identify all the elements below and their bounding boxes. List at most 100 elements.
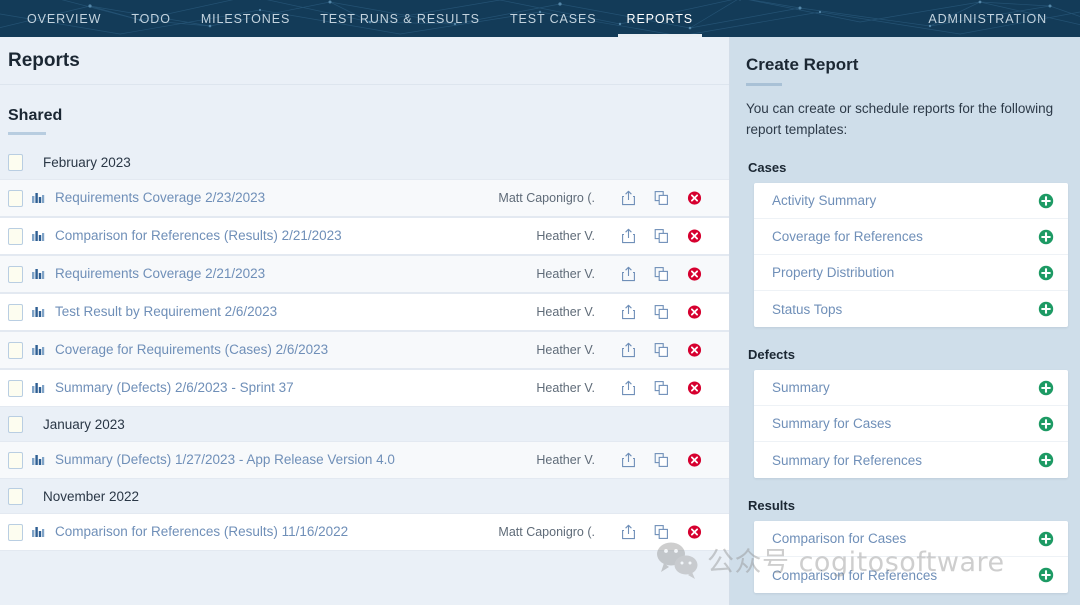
report-select-checkbox[interactable] xyxy=(8,228,23,245)
duplicate-icon[interactable] xyxy=(654,342,669,358)
share-export-icon[interactable] xyxy=(621,380,636,396)
nav-item-test-runs-results[interactable]: TEST RUNS & RESULTS xyxy=(305,0,495,37)
share-export-icon[interactable] xyxy=(621,190,636,206)
report-select-checkbox[interactable] xyxy=(8,452,23,469)
add-template-icon[interactable] xyxy=(1038,380,1054,396)
duplicate-icon[interactable] xyxy=(654,228,669,244)
duplicate-icon[interactable] xyxy=(654,380,669,396)
share-export-icon[interactable] xyxy=(621,452,636,468)
report-select-checkbox[interactable] xyxy=(8,524,23,541)
report-name-link[interactable]: Requirements Coverage 2/23/2023 xyxy=(55,189,465,207)
duplicate-icon[interactable] xyxy=(654,228,669,244)
add-template-button[interactable] xyxy=(1038,380,1054,396)
duplicate-icon[interactable] xyxy=(654,190,669,206)
group-select-checkbox[interactable] xyxy=(8,153,23,171)
duplicate-icon[interactable] xyxy=(654,304,669,320)
add-template-icon[interactable] xyxy=(1038,193,1054,209)
nav-item-test-cases[interactable]: TEST CASES xyxy=(495,0,612,37)
share-export-icon[interactable] xyxy=(621,266,636,282)
delete-icon[interactable] xyxy=(687,304,702,320)
delete-icon[interactable] xyxy=(687,266,702,282)
report-name-link[interactable]: Coverage for Requirements (Cases) 2/6/20… xyxy=(55,341,465,359)
duplicate-icon[interactable] xyxy=(654,524,669,540)
share-export-icon[interactable] xyxy=(621,524,636,540)
report-select-checkbox[interactable] xyxy=(8,342,23,359)
add-template-button[interactable] xyxy=(1038,301,1054,317)
report-select-checkbox[interactable] xyxy=(8,190,23,207)
share-export-icon[interactable] xyxy=(621,304,636,320)
duplicate-icon[interactable] xyxy=(654,452,669,468)
delete-icon[interactable] xyxy=(687,304,702,320)
report-select-checkbox[interactable] xyxy=(8,380,23,397)
nav-item-milestones[interactable]: MILESTONES xyxy=(186,0,305,37)
delete-icon[interactable] xyxy=(687,266,702,282)
add-template-button[interactable] xyxy=(1038,567,1054,583)
report-name-link[interactable]: Comparison for References (Results) 2/21… xyxy=(55,227,465,245)
add-template-icon[interactable] xyxy=(1038,452,1054,468)
add-template-icon[interactable] xyxy=(1038,416,1054,432)
add-template-icon[interactable] xyxy=(1038,301,1054,317)
template-row-property-distribution[interactable]: Property Distribution xyxy=(754,255,1068,291)
share-export-icon[interactable] xyxy=(621,228,636,244)
group-select-checkbox[interactable] xyxy=(8,487,23,505)
nav-item-administration[interactable]: ADMINISTRATION xyxy=(913,0,1062,37)
delete-icon[interactable] xyxy=(687,190,702,206)
nav-item-todo[interactable]: TODO xyxy=(116,0,185,37)
template-row-status-tops[interactable]: Status Tops xyxy=(754,291,1068,327)
duplicate-icon[interactable] xyxy=(654,380,669,396)
template-row-comparison-for-references[interactable]: Comparison for References xyxy=(754,557,1068,593)
add-template-icon[interactable] xyxy=(1038,567,1054,583)
duplicate-icon[interactable] xyxy=(654,304,669,320)
template-row-summary-for-references[interactable]: Summary for References xyxy=(754,442,1068,478)
template-row-summary-for-cases[interactable]: Summary for Cases xyxy=(754,406,1068,442)
share-export-icon[interactable] xyxy=(621,452,636,468)
share-export-icon[interactable] xyxy=(621,190,636,206)
template-row-comparison-for-cases[interactable]: Comparison for Cases xyxy=(754,521,1068,557)
delete-icon[interactable] xyxy=(687,190,702,206)
delete-icon[interactable] xyxy=(687,228,702,244)
duplicate-icon[interactable] xyxy=(654,190,669,206)
add-template-icon[interactable] xyxy=(1038,531,1054,547)
add-template-button[interactable] xyxy=(1038,265,1054,281)
add-template-button[interactable] xyxy=(1038,452,1054,468)
duplicate-icon[interactable] xyxy=(654,266,669,282)
duplicate-icon[interactable] xyxy=(654,524,669,540)
add-template-icon[interactable] xyxy=(1038,229,1054,245)
add-template-icon[interactable] xyxy=(1038,265,1054,281)
delete-icon[interactable] xyxy=(687,228,702,244)
delete-icon[interactable] xyxy=(687,342,702,358)
share-export-icon[interactable] xyxy=(621,524,636,540)
group-select-checkbox[interactable] xyxy=(8,415,23,433)
delete-icon[interactable] xyxy=(687,524,702,540)
template-row-coverage-for-references[interactable]: Coverage for References xyxy=(754,219,1068,255)
report-select-checkbox[interactable] xyxy=(8,304,23,321)
delete-icon[interactable] xyxy=(687,524,702,540)
duplicate-icon[interactable] xyxy=(654,342,669,358)
delete-icon[interactable] xyxy=(687,380,702,396)
duplicate-icon[interactable] xyxy=(654,452,669,468)
share-export-icon[interactable] xyxy=(621,304,636,320)
nav-item-reports[interactable]: REPORTS xyxy=(612,0,709,37)
nav-item-overview[interactable]: OVERVIEW xyxy=(12,0,116,37)
delete-icon[interactable] xyxy=(687,452,702,468)
add-template-button[interactable] xyxy=(1038,531,1054,547)
add-template-button[interactable] xyxy=(1038,229,1054,245)
duplicate-icon[interactable] xyxy=(654,266,669,282)
delete-icon[interactable] xyxy=(687,342,702,358)
share-export-icon[interactable] xyxy=(621,342,636,358)
report-name-link[interactable]: Test Result by Requirement 2/6/2023 xyxy=(55,303,465,321)
share-export-icon[interactable] xyxy=(621,228,636,244)
report-select-checkbox[interactable] xyxy=(8,266,23,283)
report-name-link[interactable]: Summary (Defects) 2/6/2023 - Sprint 37 xyxy=(55,379,465,397)
report-name-link[interactable]: Summary (Defects) 1/27/2023 - App Releas… xyxy=(55,451,465,469)
share-export-icon[interactable] xyxy=(621,380,636,396)
delete-icon[interactable] xyxy=(687,380,702,396)
share-export-icon[interactable] xyxy=(621,342,636,358)
add-template-button[interactable] xyxy=(1038,193,1054,209)
report-name-link[interactable]: Comparison for References (Results) 11/1… xyxy=(55,523,465,541)
add-template-button[interactable] xyxy=(1038,416,1054,432)
report-name-link[interactable]: Requirements Coverage 2/21/2023 xyxy=(55,265,465,283)
share-export-icon[interactable] xyxy=(621,266,636,282)
template-row-summary[interactable]: Summary xyxy=(754,370,1068,406)
delete-icon[interactable] xyxy=(687,452,702,468)
